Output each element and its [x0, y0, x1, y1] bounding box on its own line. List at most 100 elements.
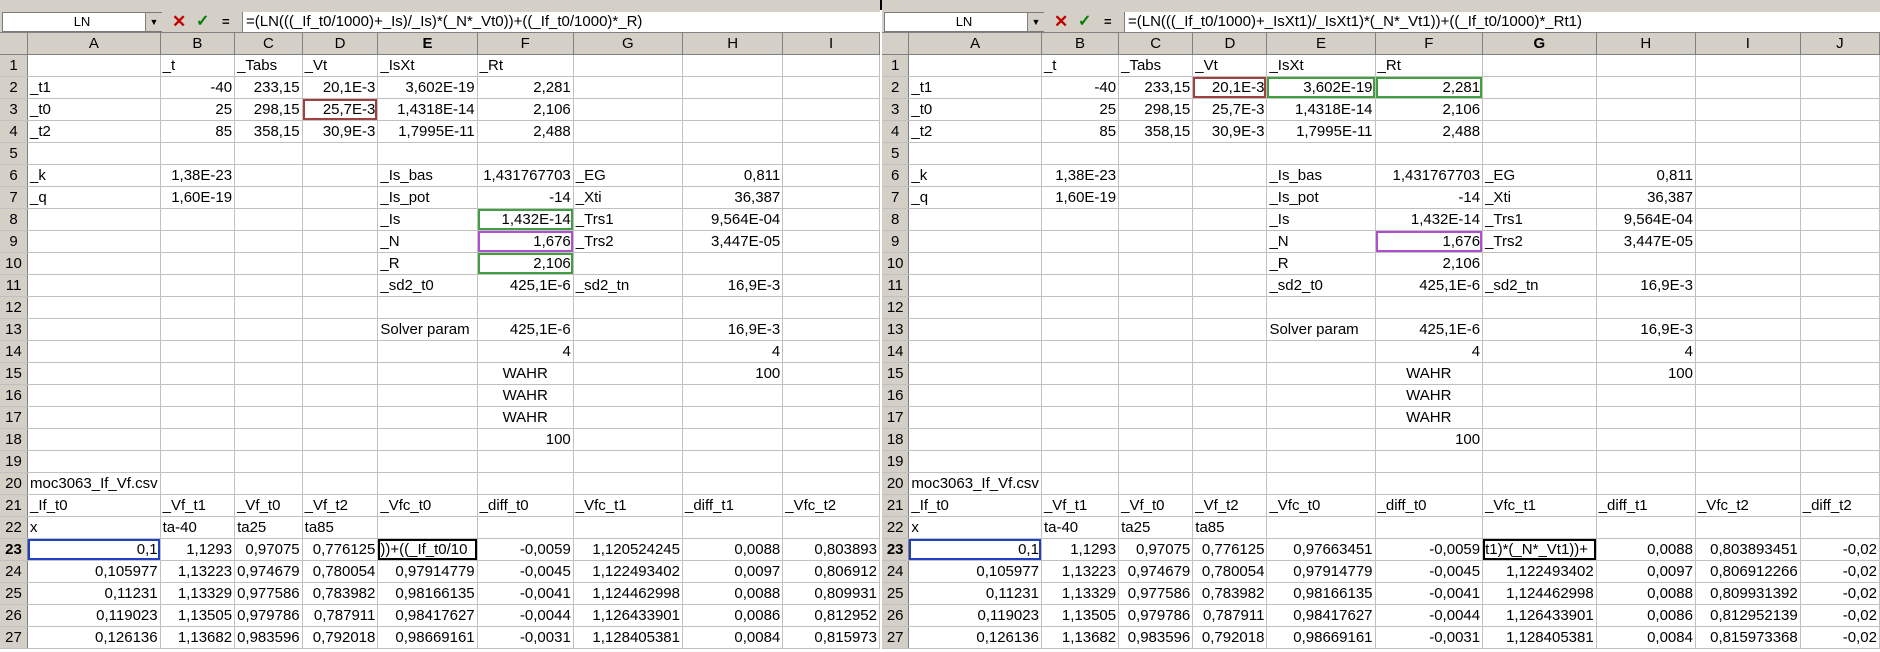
cell-a6[interactable]: _k	[908, 164, 1042, 187]
cell-g17[interactable]	[1482, 406, 1597, 429]
cell-f1[interactable]: _Rt	[477, 54, 574, 77]
cell-e11[interactable]: _sd2_t0	[1266, 274, 1376, 297]
cancel-icon[interactable]: ✕	[1054, 12, 1068, 32]
cell-g11[interactable]: _sd2_tn	[1482, 274, 1597, 297]
row-header-27[interactable]: 27	[0, 626, 29, 649]
cell-e21[interactable]: _Vfc_t0	[377, 494, 478, 517]
column-header-f[interactable]: F	[1375, 33, 1484, 55]
row-header-24[interactable]: 24	[0, 560, 29, 583]
row-header-26[interactable]: 26	[0, 604, 29, 627]
cell-i17[interactable]	[782, 406, 880, 429]
row-header-9[interactable]: 9	[0, 230, 29, 253]
row-header-15[interactable]: 15	[0, 362, 29, 385]
cell-e27[interactable]: 0,98669161	[377, 626, 478, 649]
cell-f20[interactable]	[1375, 472, 1484, 495]
cell-a27[interactable]: 0,126136	[27, 626, 161, 649]
cell-h19[interactable]	[682, 450, 784, 473]
cell-c27[interactable]: 0,983596	[1118, 626, 1194, 649]
cell-h16[interactable]	[1596, 384, 1696, 407]
row-header-7[interactable]: 7	[0, 186, 29, 209]
cell-a18[interactable]	[908, 428, 1042, 451]
cell-e15[interactable]	[1266, 362, 1376, 385]
cell-f8[interactable]: 1,432E-14	[477, 208, 574, 231]
row-header-5[interactable]: 5	[0, 142, 29, 165]
cell-i20[interactable]	[1695, 472, 1801, 495]
cell-g18[interactable]	[1482, 428, 1597, 451]
cell-f16[interactable]: WAHR	[477, 384, 574, 407]
cell-a15[interactable]	[908, 362, 1042, 385]
cell-a22[interactable]: x	[27, 516, 161, 539]
cell-h9[interactable]: 3,447E-05	[1596, 230, 1696, 253]
cell-e7[interactable]: _Is_pot	[1266, 186, 1376, 209]
cell-d17[interactable]	[302, 406, 379, 429]
cell-c18[interactable]	[234, 428, 303, 451]
cell-a12[interactable]	[908, 296, 1042, 319]
column-header-d[interactable]: D	[302, 33, 379, 55]
row-header-2[interactable]: 2	[0, 76, 29, 99]
cell-c10[interactable]	[1118, 252, 1194, 275]
cell-g6[interactable]: _EG	[1482, 164, 1597, 187]
row-header-14[interactable]: 14	[882, 340, 910, 363]
cell-j25[interactable]: -0,02	[1800, 582, 1880, 605]
cell-e23[interactable]: ))+((_If_t0/10	[377, 538, 478, 561]
row-header-8[interactable]: 8	[882, 208, 910, 231]
cell-d15[interactable]	[302, 362, 379, 385]
cell-f18[interactable]: 100	[1375, 428, 1484, 451]
cell-c22[interactable]: ta25	[1118, 516, 1194, 539]
cell-h6[interactable]: 0,811	[1596, 164, 1696, 187]
cell-d23[interactable]: 0,776125	[302, 538, 379, 561]
cell-h14[interactable]: 4	[1596, 340, 1696, 363]
cell-a21[interactable]: _If_t0	[27, 494, 161, 517]
cell-h23[interactable]: 0,0088	[682, 538, 784, 561]
name-box[interactable]: LN	[884, 12, 1044, 32]
row-header-19[interactable]: 19	[0, 450, 29, 473]
cell-h5[interactable]	[682, 142, 784, 165]
row-header-21[interactable]: 21	[0, 494, 29, 517]
cell-a19[interactable]	[27, 450, 161, 473]
cell-i5[interactable]	[1695, 142, 1801, 165]
row-header-27[interactable]: 27	[882, 626, 910, 649]
row-header-19[interactable]: 19	[882, 450, 910, 473]
cell-b5[interactable]	[160, 142, 236, 165]
cell-e23[interactable]: 0,97663451	[1266, 538, 1376, 561]
cell-g10[interactable]	[1482, 252, 1597, 275]
cell-d20[interactable]	[1192, 472, 1268, 495]
cell-g18[interactable]	[573, 428, 684, 451]
cell-b23[interactable]: 1,1293	[1041, 538, 1120, 561]
cell-d8[interactable]	[1192, 208, 1268, 231]
cell-g23[interactable]: t1)*(_N*_Vt1))+	[1482, 538, 1597, 561]
cell-c7[interactable]	[234, 186, 303, 209]
cell-b22[interactable]: ta-40	[1041, 516, 1120, 539]
cell-b27[interactable]: 1,13682	[1041, 626, 1120, 649]
cell-i18[interactable]	[1695, 428, 1801, 451]
cell-j27[interactable]: -0,02	[1800, 626, 1880, 649]
cell-g1[interactable]	[573, 54, 684, 77]
cell-i11[interactable]	[782, 274, 880, 297]
cell-j5[interactable]	[1800, 142, 1880, 165]
cell-c26[interactable]: 0,979786	[234, 604, 303, 627]
row-header-2[interactable]: 2	[882, 76, 910, 99]
cell-c5[interactable]	[234, 142, 303, 165]
cell-f25[interactable]: -0,0041	[1375, 582, 1484, 605]
cell-e9[interactable]: _N	[377, 230, 478, 253]
cell-e18[interactable]	[1266, 428, 1376, 451]
cell-c24[interactable]: 0,974679	[234, 560, 303, 583]
cell-j18[interactable]	[1800, 428, 1880, 451]
cell-h5[interactable]	[1596, 142, 1696, 165]
row-header-23[interactable]: 23	[0, 538, 29, 561]
cell-i14[interactable]	[1695, 340, 1801, 363]
cell-f27[interactable]: -0,0031	[477, 626, 574, 649]
cell-d17[interactable]	[1192, 406, 1268, 429]
cell-a20[interactable]: moc3063_If_Vf.csv	[27, 472, 161, 495]
cell-c12[interactable]	[234, 296, 303, 319]
row-header-11[interactable]: 11	[0, 274, 29, 297]
cell-d7[interactable]	[302, 186, 379, 209]
cell-e17[interactable]	[1266, 406, 1376, 429]
row-header-1[interactable]: 1	[882, 54, 910, 77]
row-header-13[interactable]: 13	[0, 318, 29, 341]
cell-h10[interactable]	[682, 252, 784, 275]
cell-f26[interactable]: -0,0044	[477, 604, 574, 627]
row-header-18[interactable]: 18	[0, 428, 29, 451]
cell-h3[interactable]	[682, 98, 784, 121]
cell-i1[interactable]	[782, 54, 880, 77]
